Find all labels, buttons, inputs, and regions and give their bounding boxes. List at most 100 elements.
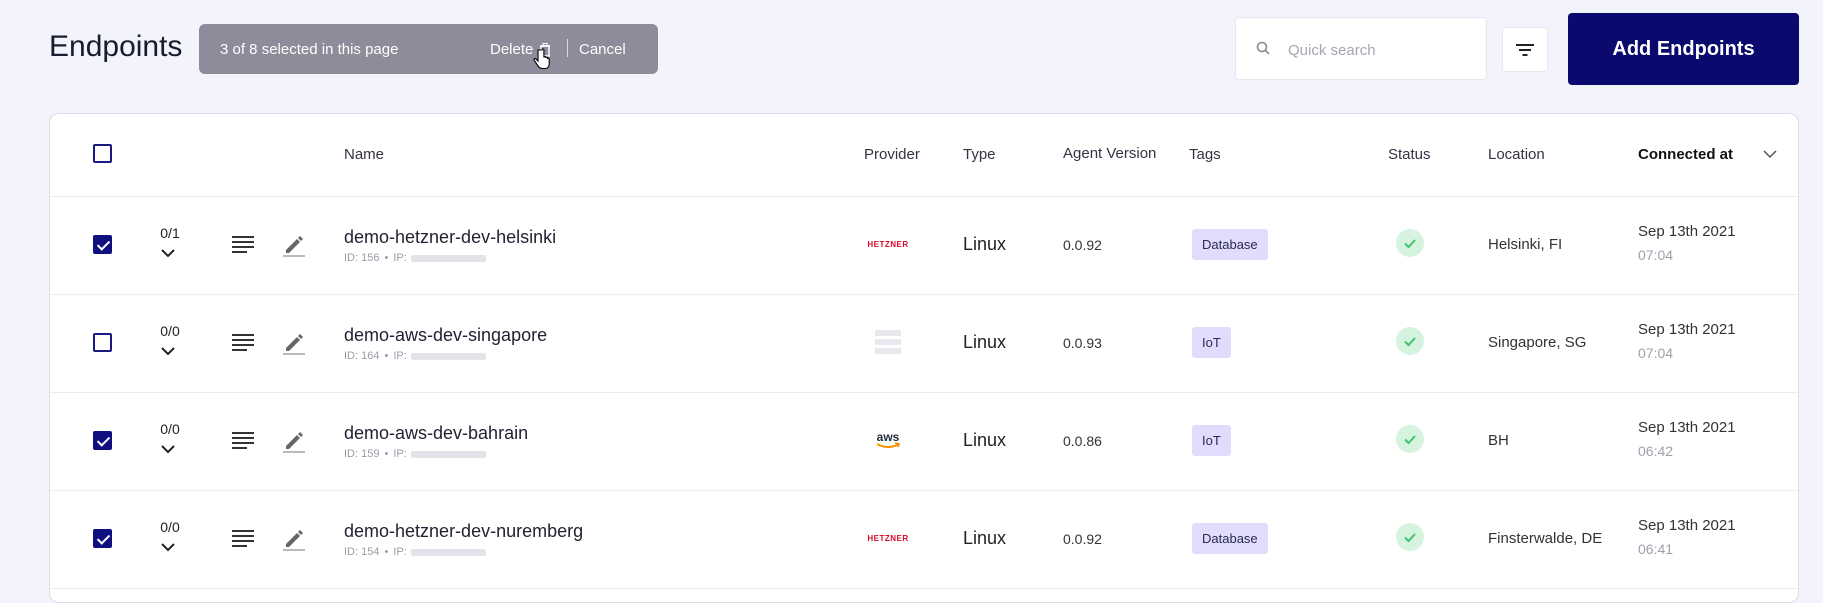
endpoint-ip-label: IP:: [393, 350, 407, 362]
location: Singapore, SG: [1488, 334, 1587, 351]
endpoint-name[interactable]: demo-aws-dev-singapore: [344, 325, 547, 346]
pencil-icon[interactable]: [282, 527, 306, 551]
selection-count-text: 3 of 8 selected in this page: [220, 41, 399, 58]
row-checkbox[interactable]: [93, 235, 112, 254]
endpoint-type: Linux: [963, 528, 1007, 548]
connected-time: 07:04: [1638, 247, 1674, 263]
endpoint-id: ID: 156: [344, 252, 380, 264]
filter-icon: [1516, 43, 1534, 56]
filter-button[interactable]: [1502, 27, 1548, 72]
tag-badge[interactable]: Database: [1192, 523, 1268, 554]
pencil-icon[interactable]: [282, 331, 306, 355]
endpoint-meta: ID: 164 • IP:: [344, 350, 486, 362]
group-count: 0/1: [160, 225, 180, 241]
lines-icon[interactable]: [231, 431, 255, 450]
table-header: Name Provider Type Agent Version Tags St…: [50, 114, 1798, 197]
quick-search[interactable]: [1235, 17, 1487, 80]
status-ok: [1396, 229, 1424, 257]
endpoint-meta: ID: 159 • IP:: [344, 448, 486, 460]
sort-chevron-down-icon[interactable]: [1763, 150, 1777, 159]
pencil-icon[interactable]: [282, 233, 306, 257]
location: Helsinki, FI: [1488, 236, 1563, 253]
header-agent-version[interactable]: Agent Version: [1063, 145, 1156, 162]
header-provider[interactable]: Provider: [864, 146, 920, 163]
provider-placeholder-icon: [875, 330, 901, 354]
hetzner-logo: HETZNER: [867, 239, 909, 249]
status-ok: [1396, 425, 1424, 453]
agent-version: 0.0.93: [1063, 335, 1102, 351]
page-title: Endpoints: [49, 30, 183, 63]
tag-badge[interactable]: Database: [1192, 229, 1268, 260]
cancel-button[interactable]: Cancel: [579, 41, 626, 58]
table-row[interactable]: 0/0 demo-aws-dev-singapore ID: 164 • IP:…: [50, 294, 1798, 393]
pencil-icon[interactable]: [282, 429, 306, 453]
connected-date: Sep 13th 2021: [1638, 517, 1736, 534]
delete-label: Delete: [490, 41, 534, 58]
provider-logo: HETZNER: [864, 522, 912, 554]
endpoint-name[interactable]: demo-aws-dev-bahrain: [344, 423, 528, 444]
check-circle-icon: [1404, 336, 1416, 346]
endpoint-name[interactable]: demo-hetzner-dev-nuremberg: [344, 521, 583, 542]
check-circle-icon: [1404, 532, 1416, 542]
chevron-down-icon[interactable]: [160, 346, 176, 356]
connected-time: 06:42: [1638, 443, 1674, 459]
endpoints-table: Name Provider Type Agent Version Tags St…: [49, 113, 1799, 603]
endpoint-type: Linux: [963, 430, 1007, 450]
check-circle-icon: [1404, 238, 1416, 248]
endpoint-id: ID: 154: [344, 546, 380, 558]
status-ok: [1396, 327, 1424, 355]
table-row[interactable]: 0/0 demo-hetzner-dev-nuremberg ID: 154 •…: [50, 490, 1798, 589]
search-input[interactable]: [1286, 38, 1480, 62]
aws-logo: aws: [876, 430, 901, 448]
check-circle-icon: [1404, 434, 1416, 444]
endpoint-ip-label: IP:: [393, 252, 407, 264]
row-checkbox[interactable]: [93, 431, 112, 450]
location: BH: [1488, 432, 1509, 449]
header-type[interactable]: Type: [963, 146, 996, 163]
header-location[interactable]: Location: [1488, 146, 1545, 163]
svg-text:aws: aws: [877, 430, 900, 444]
table-row[interactable]: 0/0 demo-aws-dev-bahrain ID: 159 • IP: a…: [50, 392, 1798, 491]
table-row[interactable]: 0/1 demo-hetzner-dev-helsinki ID: 156 • …: [50, 196, 1798, 295]
header-tags[interactable]: Tags: [1189, 146, 1221, 163]
endpoint-id: ID: 164: [344, 350, 380, 362]
provider-logo: [864, 326, 912, 358]
tag-badge[interactable]: IoT: [1192, 327, 1231, 358]
row-checkbox[interactable]: [93, 333, 112, 352]
hand-cursor-icon: [533, 48, 550, 70]
endpoint-name[interactable]: demo-hetzner-dev-helsinki: [344, 227, 556, 248]
hetzner-logo: HETZNER: [867, 533, 909, 543]
divider: [567, 39, 568, 57]
add-endpoints-button[interactable]: Add Endpoints: [1568, 13, 1799, 85]
chevron-down-icon[interactable]: [160, 248, 176, 258]
connected-time: 07:04: [1638, 345, 1674, 361]
group-count: 0/0: [160, 421, 180, 437]
header-status[interactable]: Status: [1388, 146, 1431, 163]
ip-redacted: [410, 352, 486, 360]
row-checkbox[interactable]: [93, 529, 112, 548]
endpoint-meta: ID: 154 • IP:: [344, 546, 486, 558]
status-ok: [1396, 523, 1424, 551]
select-all-checkbox[interactable]: [93, 144, 112, 163]
connected-date: Sep 13th 2021: [1638, 419, 1736, 436]
lines-icon[interactable]: [231, 235, 255, 254]
lines-icon[interactable]: [231, 333, 255, 352]
agent-version: 0.0.92: [1063, 531, 1102, 547]
endpoint-ip-label: IP:: [393, 448, 407, 460]
chevron-down-icon[interactable]: [160, 542, 176, 552]
endpoint-id: ID: 159: [344, 448, 380, 460]
provider-logo: aws: [864, 424, 912, 456]
connected-date: Sep 13th 2021: [1638, 321, 1736, 338]
chevron-down-icon[interactable]: [160, 444, 176, 454]
location: Finsterwalde, DE: [1488, 530, 1603, 547]
tag-badge[interactable]: IoT: [1192, 425, 1231, 456]
connected-date: Sep 13th 2021: [1638, 223, 1736, 240]
header-connected-at[interactable]: Connected at: [1638, 146, 1733, 163]
ip-redacted: [410, 450, 486, 458]
endpoint-type: Linux: [963, 332, 1007, 352]
lines-icon[interactable]: [231, 529, 255, 548]
endpoint-ip-label: IP:: [393, 546, 407, 558]
provider-logo: HETZNER: [864, 228, 912, 260]
endpoint-meta: ID: 156 • IP:: [344, 252, 486, 264]
header-name[interactable]: Name: [344, 146, 384, 163]
